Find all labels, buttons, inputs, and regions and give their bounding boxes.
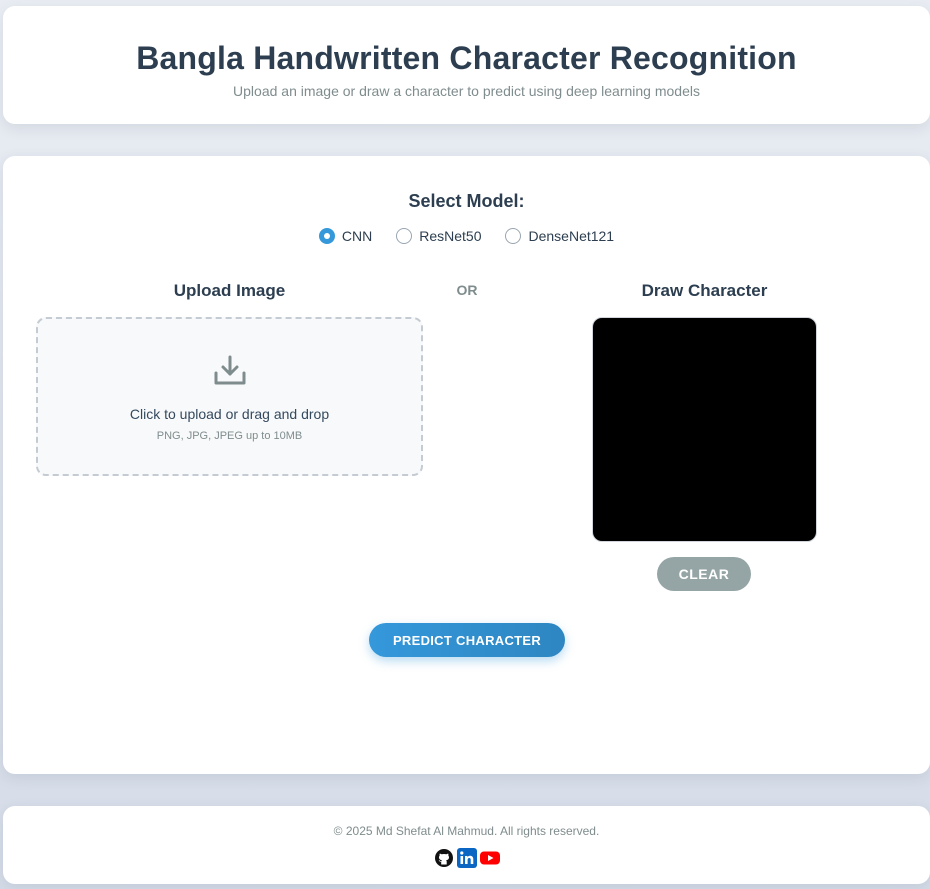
upload-dropzone[interactable]: Click to upload or drag and drop PNG, JP… [36,317,423,476]
header-card: Bangla Handwritten Character Recognition… [3,6,930,124]
drawing-canvas[interactable] [592,317,817,542]
main-card: Select Model: CNN ResNet50 DenseNet121 U… [3,156,930,774]
page-subtitle: Upload an image or draw a character to p… [233,83,700,99]
model-option-densenet121[interactable]: DenseNet121 [505,228,614,244]
model-option-label: DenseNet121 [528,228,615,244]
radio-cnn[interactable] [318,228,335,244]
download-icon [214,355,246,385]
github-icon[interactable] [434,848,454,868]
model-option-resnet50[interactable]: ResNet50 [396,228,481,244]
linkedin-icon[interactable] [456,848,477,868]
page-title: Bangla Handwritten Character Recognition [136,40,797,76]
predict-button[interactable]: PREDICT CHARACTER [369,623,565,657]
or-separator: OR [456,282,478,298]
model-option-cnn[interactable]: CNN [318,228,373,244]
footer-card: © 2025 Md Shefat Al Mahmud. All rights r… [3,806,930,884]
copyright-text: © 2025 Md Shefat Al Mahmud. All rights r… [333,824,600,838]
draw-title: Draw Character [641,281,768,300]
upload-main-text: Click to upload or drag and drop [129,406,330,422]
upload-title: Upload Image [173,281,286,300]
model-option-label: CNN [341,228,373,244]
upload-sub-text: PNG, JPG, JPEG up to 10MB [156,430,303,442]
model-select-title: Select Model: [408,191,525,211]
model-radio-group: CNN ResNet50 DenseNet121 [3,228,930,244]
social-links [3,848,930,868]
clear-button[interactable]: CLEAR [657,557,751,591]
youtube-icon[interactable] [479,848,500,868]
radio-resnet50[interactable] [396,228,413,244]
model-option-label: ResNet50 [419,228,482,244]
radio-densenet121[interactable] [505,228,522,244]
